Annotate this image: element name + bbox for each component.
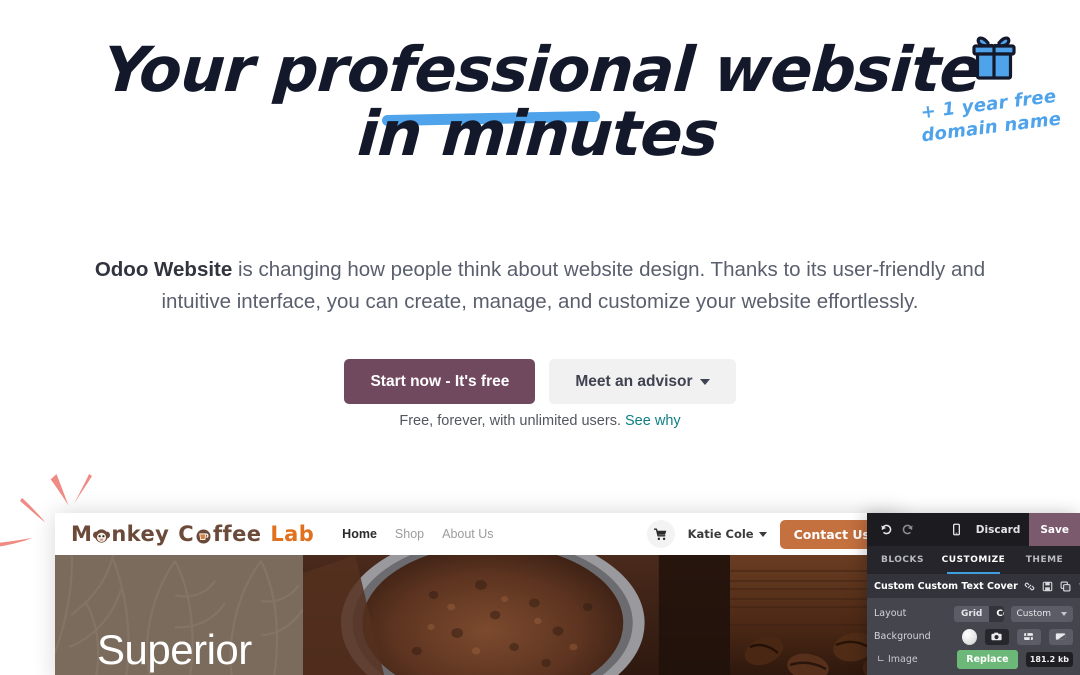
property-row-background: Background — [874, 625, 1073, 648]
see-why-link[interactable]: See why — [625, 413, 681, 429]
layout-segmented-control: Grid Cols — [954, 605, 1004, 622]
layout-cols-button[interactable]: Cols — [989, 605, 1004, 622]
duplicate-icon[interactable] — [1059, 580, 1072, 593]
logo-lab-text: Lab — [270, 522, 315, 546]
coffee-cup-icon — [195, 526, 212, 543]
page-root: Your professional website in minutes + 1… — [0, 0, 1080, 675]
gradient-icon[interactable] — [1048, 628, 1073, 645]
cta-note: Free, forever, with unlimited users. See… — [0, 413, 1080, 429]
nav-item-about-us[interactable]: About Us — [442, 527, 493, 541]
save-button[interactable]: Save — [1029, 513, 1080, 546]
editor-tab-bar: BLOCKS CUSTOMIZE THEME — [867, 546, 1080, 574]
subtitle-body: is changing how people think about websi… — [161, 258, 986, 314]
layout-grid-button[interactable]: Grid — [954, 605, 990, 622]
website-editor-panel: Discard Save BLOCKS CUSTOMIZE THEME Cust… — [867, 513, 1080, 675]
chevron-down-icon — [1061, 611, 1067, 616]
image-icon[interactable] — [984, 628, 1009, 645]
preview-hero-strip: Superior — [55, 555, 900, 675]
image-size-badge: 181.2 kb — [1025, 652, 1073, 667]
redo-icon[interactable] — [897, 519, 918, 540]
undo-icon[interactable] — [876, 519, 897, 540]
hero-subtitle: Odoo Website is changing how people thin… — [60, 254, 1020, 319]
color-swatch-icon[interactable] — [962, 628, 977, 645]
editor-properties-body: Layout Grid Cols Custom Background — [867, 598, 1080, 675]
subtitle-brand: Odoo Website — [94, 258, 233, 281]
meet-advisor-button[interactable]: Meet an advisor — [549, 359, 736, 404]
selected-block-title: Custom Custom Text Cover — [874, 580, 1018, 592]
replace-image-button[interactable]: Replace — [957, 650, 1018, 669]
logo-coffee-text: C — [178, 522, 195, 546]
discard-button[interactable]: Discard — [967, 524, 1030, 536]
decorative-burst — [0, 440, 150, 570]
nav-item-shop[interactable]: Shop — [395, 527, 424, 541]
nav-item-home[interactable]: Home — [342, 527, 377, 541]
gift-box-icon — [968, 32, 1020, 82]
website-preview-mock: M nkey C ffee Lab Home Shop About Us Kat… — [55, 513, 900, 675]
gift-promo-badge: + 1 year free domain name — [900, 22, 1080, 172]
layout-custom-value: Custom — [1016, 608, 1051, 619]
user-menu[interactable]: Katie Cole — [688, 527, 767, 541]
preview-hero-center-image — [303, 555, 730, 675]
block-action-icons — [1023, 580, 1080, 593]
gift-promo-caption: + 1 year free domain name — [898, 83, 1080, 150]
video-icon[interactable] — [1016, 628, 1041, 645]
preview-hero-left-pane: Superior — [55, 555, 303, 675]
tab-blocks[interactable]: BLOCKS — [867, 546, 938, 574]
cta-note-text: Free, forever, with unlimited users. — [399, 413, 626, 429]
tab-theme[interactable]: THEME — [1009, 546, 1080, 574]
background-label: Background — [874, 631, 931, 642]
layout-label: Layout — [874, 608, 907, 619]
mobile-preview-icon[interactable] — [946, 519, 967, 540]
chevron-down-icon — [699, 378, 710, 385]
image-label: ∟ Image — [877, 654, 918, 665]
cta-button-row: Start now - It's free Meet an advisor — [0, 359, 1080, 404]
start-now-button[interactable]: Start now - It's free — [344, 359, 536, 404]
preview-nav-links: Home Shop About Us — [342, 527, 493, 541]
chevron-down-icon — [758, 531, 767, 537]
editor-top-toolbar: Discard Save — [867, 513, 1080, 546]
shopping-cart-icon[interactable] — [646, 520, 675, 548]
anchor-link-icon[interactable] — [1023, 580, 1036, 593]
property-row-layout: Layout Grid Cols Custom — [874, 602, 1073, 625]
editor-option-header: Custom Custom Text Cover — [867, 574, 1080, 598]
tab-customize[interactable]: CUSTOMIZE — [938, 546, 1009, 574]
save-snippet-icon[interactable] — [1041, 580, 1054, 593]
layout-custom-select[interactable]: Custom — [1010, 605, 1073, 622]
meet-advisor-label: Meet an advisor — [575, 372, 693, 390]
user-name-label: Katie Cole — [687, 527, 754, 541]
preview-hero-title: Superior — [97, 626, 252, 673]
preview-nav-right: Katie Cole Contact Us — [646, 519, 884, 549]
logo-coffee-tail: ffee — [213, 522, 262, 546]
preview-site-navbar: M nkey C ffee Lab Home Shop About Us Kat… — [55, 513, 900, 555]
property-row-image: ∟ Image Replace 181.2 kb — [874, 648, 1073, 671]
